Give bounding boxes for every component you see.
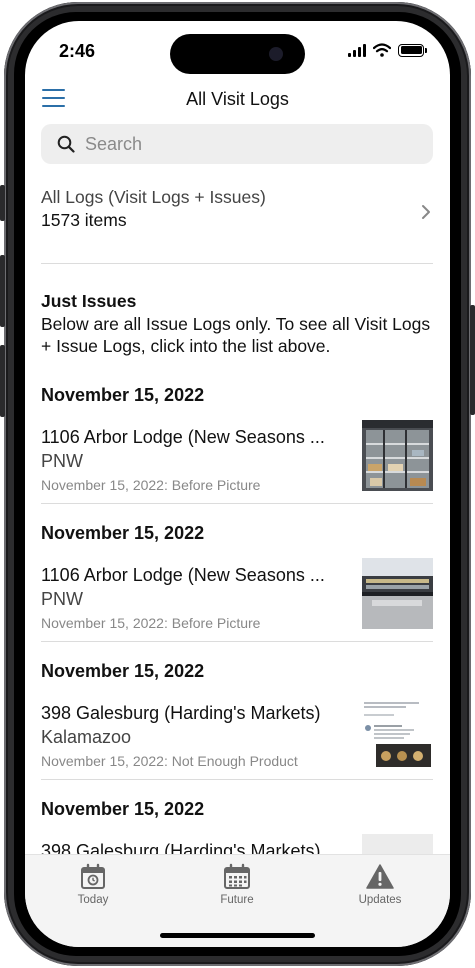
warning-triangle-icon	[366, 864, 394, 889]
nav-bar: All Visit Logs	[25, 81, 450, 117]
wifi-icon	[373, 43, 391, 57]
page-title: All Visit Logs	[186, 89, 289, 109]
item-title: 398 Galesburg (Harding's Markets)	[41, 703, 321, 723]
tab-updates-label: Updates	[358, 894, 402, 906]
chevron-right-icon	[422, 205, 430, 219]
item-meta: November 15, 2022: Not Enough Product	[41, 753, 298, 769]
item-title: 1106 Arbor Lodge (New Seasons ...	[41, 427, 325, 447]
power-button	[470, 305, 475, 415]
volume-up-button	[0, 255, 5, 327]
list-item[interactable]: 1106 Arbor Lodge (New Seasons ... PNW No…	[41, 420, 433, 499]
issues-description: Below are all Issue Logs only. To see al…	[41, 314, 431, 356]
divider	[41, 641, 433, 642]
item-region: PNW	[41, 589, 83, 609]
item-region: Kalamazoo	[41, 727, 132, 747]
cellular-signal-icon	[348, 43, 366, 57]
all-logs-row[interactable]: All Logs (Visit Logs + Issues) 1573 item…	[41, 187, 433, 241]
tab-today-label: Today	[77, 894, 109, 906]
volume-down-button	[0, 345, 5, 417]
item-thumbnail	[362, 696, 433, 767]
all-logs-count: 1573 items	[41, 210, 127, 230]
item-thumbnail	[362, 558, 433, 629]
item-meta: November 15, 2022: Before Picture	[41, 477, 261, 493]
item-thumbnail	[362, 420, 433, 491]
section-date: November 15, 2022	[41, 523, 205, 543]
tab-today[interactable]: Today	[43, 863, 143, 906]
issues-header: Just Issues Below are all Issue Logs onl…	[41, 291, 433, 357]
app-screen: 2:46 All Visit Logs All Logs (Visit Logs…	[25, 21, 450, 947]
item-region: PNW	[41, 451, 83, 471]
divider	[41, 503, 433, 504]
item-meta: November 15, 2022: Before Picture	[41, 615, 261, 631]
calendar-today-icon	[81, 863, 105, 889]
home-indicator[interactable]	[160, 933, 315, 938]
calendar-grid-icon	[224, 863, 250, 889]
list-item[interactable]: 1106 Arbor Lodge (New Seasons ... PNW No…	[41, 558, 433, 637]
status-icons	[348, 43, 427, 57]
search-input[interactable]	[85, 124, 415, 164]
search-icon	[57, 135, 75, 153]
tab-updates[interactable]: Updates	[330, 863, 430, 906]
all-logs-title: All Logs (Visit Logs + Issues)	[41, 187, 266, 207]
battery-icon	[398, 43, 427, 57]
divider	[41, 263, 433, 264]
divider	[41, 779, 433, 780]
section-date: November 15, 2022	[41, 799, 205, 819]
tab-future[interactable]: Future	[187, 863, 287, 906]
status-time: 2:46	[59, 41, 96, 61]
list-item[interactable]: 398 Galesburg (Harding's Markets) Kalama…	[41, 696, 433, 775]
action-button	[0, 185, 5, 221]
item-title: 1106 Arbor Lodge (New Seasons ...	[41, 565, 325, 585]
search-bar[interactable]	[41, 124, 433, 164]
front-camera	[269, 47, 283, 61]
dynamic-island	[170, 34, 305, 74]
tab-future-label: Future	[220, 894, 254, 906]
issues-title: Just Issues	[41, 291, 137, 311]
section-date: November 15, 2022	[41, 385, 205, 405]
section-date: November 15, 2022	[41, 661, 205, 681]
